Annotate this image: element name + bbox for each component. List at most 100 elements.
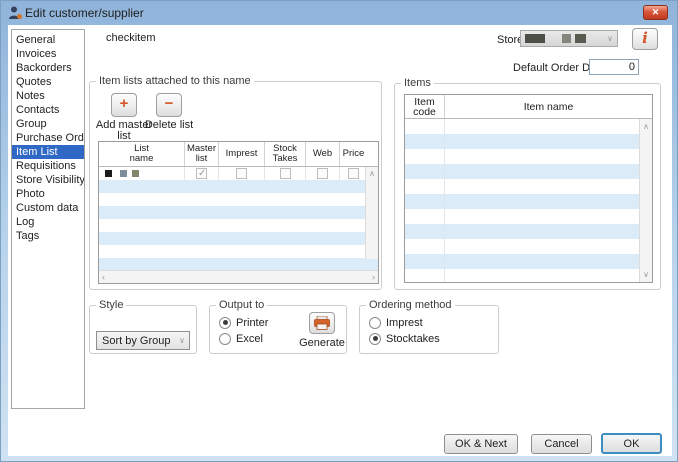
items-table-row bbox=[405, 179, 652, 194]
minus-icon: − bbox=[165, 95, 174, 112]
list-table-row bbox=[99, 232, 378, 245]
output-group-label: Output to bbox=[216, 299, 267, 311]
window-title: Edit customer/supplier bbox=[25, 6, 144, 20]
list-table-row bbox=[99, 219, 378, 232]
list-table-row bbox=[99, 206, 378, 219]
list-table-row bbox=[99, 180, 378, 193]
store-redacted-block bbox=[525, 34, 545, 43]
imprest-radio-label: Imprest bbox=[386, 317, 423, 329]
sidebar-item-contacts[interactable]: Contacts bbox=[12, 103, 84, 117]
scroll-up-icon[interactable]: ∧ bbox=[643, 122, 649, 131]
sidebar-item-backorders[interactable]: Backorders bbox=[12, 61, 84, 75]
items-table-row bbox=[405, 149, 652, 164]
items-table-row bbox=[405, 269, 652, 283]
store-redacted-block bbox=[575, 34, 586, 43]
sidebar-item-quotes[interactable]: Quotes bbox=[12, 75, 84, 89]
info-button[interactable]: i bbox=[632, 28, 658, 50]
sidebar-item-log[interactable]: Log bbox=[12, 215, 84, 229]
imprest-radio[interactable] bbox=[369, 317, 381, 329]
sidebar-item-notes[interactable]: Notes bbox=[12, 89, 84, 103]
scroll-down-icon[interactable]: ∨ bbox=[643, 270, 649, 279]
items-table-row bbox=[405, 134, 652, 149]
price-checkbox[interactable] bbox=[348, 168, 359, 179]
vertical-scrollbar[interactable]: ∧ bbox=[365, 167, 378, 259]
sidebar-item-requisitions[interactable]: Requisitions bbox=[12, 159, 84, 173]
printer-radio-row[interactable]: Printer bbox=[219, 315, 268, 330]
list-table-row bbox=[99, 245, 378, 258]
sidebar-item-purchase-orders[interactable]: Purchase Orders bbox=[12, 131, 84, 145]
items-table-header: Item code Item name bbox=[405, 95, 652, 119]
items-table-row bbox=[405, 164, 652, 179]
items-table-row bbox=[405, 224, 652, 239]
sidebar-item-tags[interactable]: Tags bbox=[12, 229, 84, 243]
redacted-list-name-block bbox=[132, 170, 139, 177]
sidebar-item-invoices[interactable]: Invoices bbox=[12, 47, 84, 61]
generate-button[interactable] bbox=[309, 312, 335, 334]
close-icon[interactable]: ✕ bbox=[643, 5, 668, 20]
excel-radio[interactable] bbox=[219, 333, 231, 345]
sidebar-item-item-list[interactable]: Item List bbox=[12, 145, 84, 159]
column-header-imprest[interactable]: Imprest bbox=[219, 142, 265, 166]
vertical-scrollbar[interactable]: ∧ ∨ bbox=[639, 119, 652, 282]
stock-takes-checkbox[interactable] bbox=[280, 168, 291, 179]
column-header-master-list[interactable]: Master list bbox=[185, 142, 219, 166]
cancel-button[interactable]: Cancel bbox=[531, 434, 592, 454]
info-icon: i bbox=[642, 29, 648, 47]
delete-list-button[interactable]: − bbox=[156, 93, 182, 117]
stocktakes-radio[interactable] bbox=[369, 333, 381, 345]
sidebar-item-custom-data[interactable]: Custom data bbox=[12, 201, 84, 215]
default-order-days-input[interactable]: 0 bbox=[589, 59, 639, 75]
chevron-down-icon: ∨ bbox=[179, 336, 185, 345]
list-table-row[interactable] bbox=[99, 167, 378, 180]
store-dropdown[interactable]: ∨ bbox=[520, 30, 618, 47]
chevron-down-icon: ∨ bbox=[607, 34, 613, 43]
ok-next-button[interactable]: OK & Next bbox=[444, 434, 518, 454]
master-list-checkbox[interactable] bbox=[196, 168, 207, 179]
ordering-method-group-label: Ordering method bbox=[366, 299, 455, 311]
items-table-row bbox=[405, 254, 652, 269]
printer-radio[interactable] bbox=[219, 317, 231, 329]
imprest-radio-row[interactable]: Imprest bbox=[369, 315, 423, 330]
add-master-list-button[interactable]: + bbox=[111, 93, 137, 117]
column-header-price[interactable]: Price bbox=[340, 142, 367, 166]
imprest-checkbox[interactable] bbox=[236, 168, 247, 179]
column-header-item-name[interactable]: Item name bbox=[445, 95, 652, 118]
redacted-list-name-block bbox=[105, 170, 112, 177]
edit-customer-supplier-dialog: Edit customer/supplier ✕ General Invoice… bbox=[0, 0, 678, 462]
web-checkbox[interactable] bbox=[317, 168, 328, 179]
sidebar-item-photo[interactable]: Photo bbox=[12, 187, 84, 201]
redacted-list-name-block bbox=[120, 170, 127, 177]
plus-icon: + bbox=[120, 95, 129, 112]
printer-radio-label: Printer bbox=[236, 317, 268, 329]
horizontal-scrollbar[interactable]: ‹ › bbox=[99, 270, 378, 283]
app-icon bbox=[7, 5, 23, 21]
scroll-right-icon[interactable]: › bbox=[372, 272, 375, 282]
column-header-list-name[interactable]: List name bbox=[99, 142, 185, 166]
items-table-row bbox=[405, 209, 652, 224]
items-table: Item code Item name ∧ ∨ bbox=[404, 94, 653, 283]
sort-dropdown-value: Sort by Group bbox=[102, 335, 170, 347]
item-lists-table: List name Master list Imprest Stock Take… bbox=[98, 141, 379, 284]
customer-name-value: checkitem bbox=[106, 32, 156, 44]
items-table-row bbox=[405, 239, 652, 254]
column-header-web[interactable]: Web bbox=[306, 142, 340, 166]
sort-dropdown[interactable]: Sort by Group ∨ bbox=[96, 331, 190, 350]
style-group-label: Style bbox=[96, 299, 126, 311]
column-header-stock-takes[interactable]: Stock Takes bbox=[265, 142, 306, 166]
sidebar: General Invoices Backorders Quotes Notes… bbox=[11, 29, 85, 409]
stocktakes-radio-row[interactable]: Stocktakes bbox=[369, 331, 440, 346]
items-group-label: Items bbox=[401, 77, 434, 89]
sidebar-item-general[interactable]: General bbox=[12, 33, 84, 47]
sidebar-item-store-visibility[interactable]: Store Visibility bbox=[12, 173, 84, 187]
items-table-row bbox=[405, 194, 652, 209]
store-redacted-block bbox=[562, 34, 571, 43]
scroll-up-icon[interactable]: ∧ bbox=[369, 169, 375, 178]
delete-list-label: Delete list bbox=[139, 120, 199, 131]
column-header-item-code[interactable]: Item code bbox=[405, 95, 445, 118]
generate-label: Generate bbox=[297, 337, 347, 349]
sidebar-item-group[interactable]: Group bbox=[12, 117, 84, 131]
excel-radio-row[interactable]: Excel bbox=[219, 331, 263, 346]
excel-radio-label: Excel bbox=[236, 333, 263, 345]
ok-button[interactable]: OK bbox=[601, 433, 662, 454]
scroll-left-icon[interactable]: ‹ bbox=[102, 272, 105, 282]
